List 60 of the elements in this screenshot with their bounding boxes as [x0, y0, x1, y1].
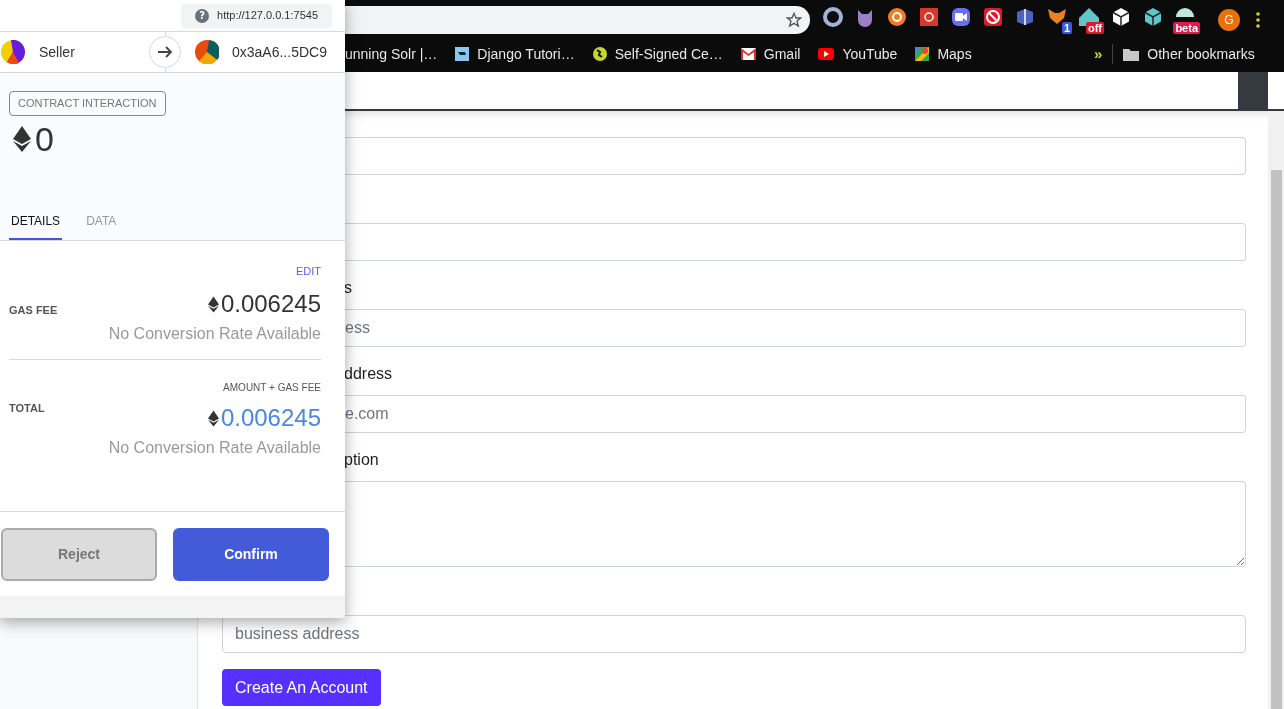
field-label: s	[344, 279, 352, 296]
account-avatar	[1, 40, 25, 64]
total-label: TOTAL	[9, 401, 45, 416]
cube-icon[interactable]	[1110, 6, 1132, 28]
input-field[interactable]: ess	[344, 309, 1246, 347]
edit-link[interactable]: EDIT	[295, 265, 321, 277]
gas-fee-value: 0.006245	[220, 289, 321, 319]
input-field[interactable]	[344, 137, 1246, 175]
scrollbar-thumb[interactable]	[1271, 170, 1282, 709]
other-bookmarks[interactable]: Other bookmarks	[1123, 43, 1255, 65]
input-field[interactable]: business address	[222, 615, 1246, 653]
bookmark[interactable]: YouTube	[818, 43, 898, 65]
ether-icon	[207, 295, 219, 313]
gas-fee-label: GAS FEE	[9, 303, 58, 318]
submit-button[interactable]: Create An Account	[222, 669, 381, 706]
mail-icon	[740, 48, 756, 60]
input-field[interactable]: e.com	[344, 395, 1246, 433]
extension-badge: off	[1085, 22, 1104, 34]
conversion-note: No Conversion Rate Available	[108, 324, 321, 344]
bookmark[interactable]: unning Solr |…	[345, 43, 438, 65]
folder-icon	[1123, 47, 1140, 61]
menu-icon[interactable]	[1256, 12, 1260, 28]
bookmark[interactable]: Django Tutori…	[455, 43, 575, 65]
dome-icon[interactable]	[1174, 6, 1196, 18]
tab[interactable]: DETAILS	[9, 212, 63, 240]
account-avatar	[195, 40, 219, 64]
total-caption: AMOUNT + GAS FEE	[223, 382, 321, 393]
amount-value: 0	[35, 121, 54, 156]
account-name: Seller	[39, 42, 75, 62]
field-label: ption	[344, 451, 379, 468]
bookmark[interactable]: Maps	[915, 43, 972, 65]
square-icon[interactable]	[918, 6, 940, 28]
extension-badge: beta	[1173, 22, 1200, 34]
ether-icon	[207, 409, 219, 427]
recipient-address: 0x3aA6...5DC9	[232, 42, 327, 62]
globe-icon	[592, 47, 607, 61]
total-value: 0.006245	[220, 403, 321, 433]
play-icon	[818, 48, 835, 60]
input-field[interactable]	[344, 223, 1246, 261]
bookmark[interactable]: Self-Signed Ce…	[592, 43, 723, 65]
ring-icon[interactable]	[822, 6, 844, 28]
map-icon	[915, 47, 930, 61]
ether-icon	[13, 125, 31, 152]
origin-pill: ? http://127.0.0.1:7545	[181, 3, 332, 28]
cube-icon[interactable]	[1142, 6, 1164, 28]
bookmark-icon	[455, 47, 470, 61]
bookmark[interactable]: Gmail	[740, 43, 801, 65]
bookmarks-overflow[interactable]: »	[1094, 42, 1103, 66]
transaction-type-badge: CONTRACT INTERACTION	[9, 91, 166, 116]
box-icon[interactable]	[1014, 6, 1036, 28]
nav-toggle[interactable]	[1238, 72, 1268, 109]
extension-badge: 1	[1061, 22, 1072, 34]
help-icon: ?	[195, 8, 210, 23]
confirm-button[interactable]: Confirm	[173, 528, 329, 581]
star-icon[interactable]	[786, 12, 802, 28]
conversion-note: No Conversion Rate Available	[108, 438, 321, 458]
circle-icon[interactable]	[886, 6, 908, 28]
field-label: ddress	[344, 365, 393, 382]
block-icon[interactable]	[982, 6, 1004, 28]
camera-icon[interactable]	[950, 6, 972, 28]
